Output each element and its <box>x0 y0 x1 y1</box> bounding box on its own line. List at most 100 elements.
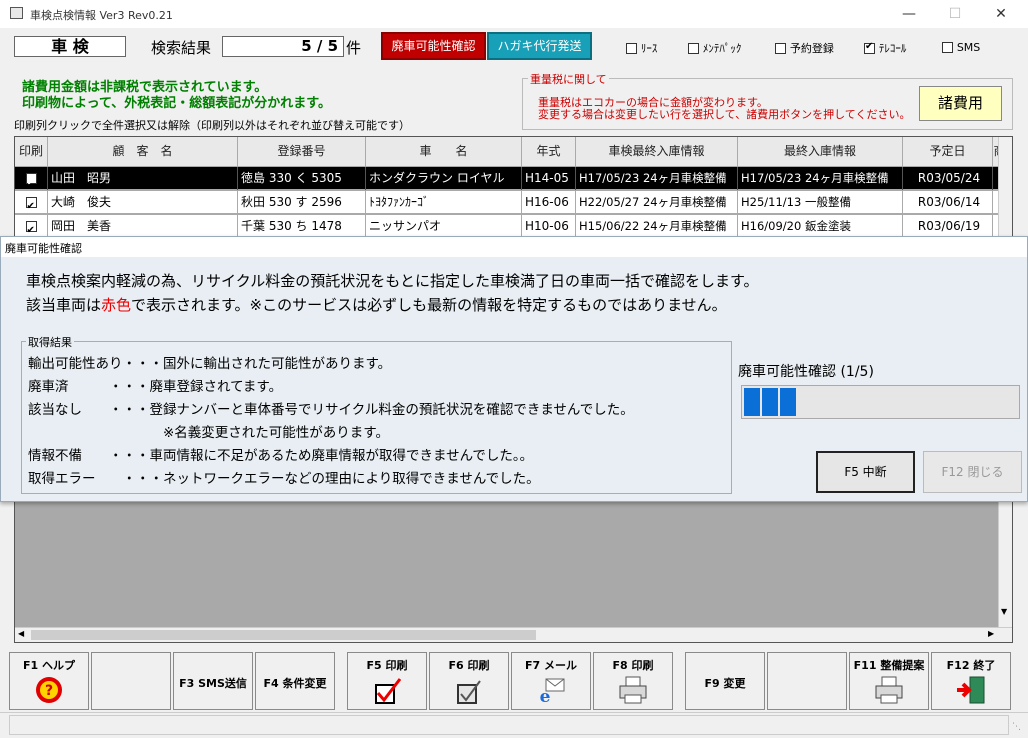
cell-year: H16-06 <box>522 191 576 214</box>
f11-proposal-button[interactable]: F11 整備提案 <box>849 652 929 710</box>
count-unit: 件 <box>346 39 362 57</box>
close-dialog-button[interactable]: F12 閉じる <box>923 451 1022 493</box>
printer-icon <box>616 675 650 708</box>
scroll-thumb[interactable] <box>31 630 536 640</box>
f3-sms-button[interactable]: F3 SMS送信 <box>173 652 253 710</box>
result-none-note: ※名義変更された可能性があります。 <box>28 425 389 441</box>
progress-label: 廃車可能性確認 (1/5) <box>738 364 874 380</box>
progress-count: (1/5) <box>840 364 874 380</box>
f8-print-button[interactable]: F8 印刷 <box>593 652 673 710</box>
weight-tax-line2: 変更する場合は変更したい行を選択して、諸費用ボタンを押してください。 <box>538 108 911 121</box>
cell-name: 大崎 俊夫 <box>48 191 238 214</box>
tax-notice-line2: 印刷物によって、外税表記・総額表記が分かれます。 <box>22 96 332 111</box>
help-icon: ? <box>34 675 64 708</box>
cell-name: 山田 昭男 <box>48 167 238 190</box>
telecall-check[interactable] <box>864 41 875 54</box>
fees-button[interactable]: 諸費用 <box>919 86 1002 121</box>
reservation-checkbox[interactable]: 予約登録 <box>775 40 834 56</box>
search-result-label: 検索結果 <box>151 39 212 57</box>
reservation-check[interactable] <box>775 43 786 54</box>
row-print-check[interactable] <box>25 195 37 214</box>
result-scrapped: 廃車済 ・・・廃車登録されてます。 <box>28 379 283 395</box>
table-header: 印刷 顧 客 名 登録番号 車 名 年式 車検最終入庫情報 最終入庫情報 予定日… <box>15 137 1007 166</box>
sms-check[interactable] <box>942 42 953 53</box>
stop-button[interactable]: F5 中断 <box>816 451 915 493</box>
cell-car: ニッサンパオ <box>366 215 522 238</box>
table-row[interactable]: 大崎 俊夫 秋田 530 す 2596 ﾄﾖﾀﾌｧﾝｶｰｺﾞ H16-06 H2… <box>15 191 998 214</box>
cell-reg: 徳島 330 く 5305 <box>238 167 366 190</box>
status-panel <box>9 715 1009 735</box>
cell-inspection: H15/06/22 24ヶ月車検整備 <box>576 215 738 238</box>
print-column-hint: 印刷列クリックで全件選択又は解除（印刷列以外はそれぞれ並び替え可能です） <box>14 119 410 132</box>
cell-name: 岡田 美香 <box>48 215 238 238</box>
col-customer[interactable]: 顧 客 名 <box>48 137 238 166</box>
svg-text:e: e <box>540 687 551 705</box>
progress-fill <box>742 386 798 418</box>
cell-year: H14-05 <box>522 167 576 190</box>
minimize-button[interactable]: — <box>886 0 932 28</box>
col-print[interactable]: 印刷 <box>15 137 48 166</box>
sms-checkbox[interactable]: SMS <box>942 40 980 54</box>
table-row[interactable]: 岡田 美香 千葉 530 ち 1478 ニッサンパオ H10-06 H15/06… <box>15 215 998 238</box>
maintenance-pack-check[interactable] <box>688 43 699 54</box>
col-car[interactable]: 車 名 <box>366 137 522 166</box>
close-button[interactable]: ✕ <box>978 0 1024 28</box>
scroll-right-icon[interactable]: ▶ <box>988 629 994 638</box>
svg-text:?: ? <box>45 683 53 699</box>
resize-grip-icon[interactable]: ⋱ <box>1012 722 1021 732</box>
col-inspection[interactable]: 車検最終入庫情報 <box>576 137 738 166</box>
cell-last: H25/11/13 一般整備 <box>738 191 903 214</box>
telecall-checkbox[interactable]: ﾃﾚｺｰﾙ <box>864 40 906 56</box>
cell-date: R03/05/24 <box>903 167 993 190</box>
progress-segment <box>780 388 796 416</box>
cell-inspection: H17/05/23 24ヶ月車検整備 <box>576 167 738 190</box>
haisha-check-button[interactable]: 廃車可能性確認 <box>381 32 486 60</box>
cell-reg: 秋田 530 す 2596 <box>238 191 366 214</box>
cell-last: H17/05/23 24ヶ月車検整備 <box>738 167 903 190</box>
scroll-left-icon[interactable]: ◀ <box>18 629 24 638</box>
maintenance-pack-checkbox[interactable]: ﾒﾝﾃﾊﾟｯｸ <box>688 40 741 56</box>
col-year[interactable]: 年式 <box>522 137 576 166</box>
row-print-check[interactable] <box>25 171 37 190</box>
checkbox-print-icon <box>452 675 486 708</box>
table-row[interactable]: 山田 昭男 徳島 330 く 5305 ホンダクラウン ロイヤル H14-05 … <box>15 167 998 190</box>
cell-car: ﾄﾖﾀﾌｧﾝｶｰｺﾞ <box>366 191 522 214</box>
window-title: 車検点検情報 Ver3 Rev0.21 <box>30 9 173 22</box>
col-last[interactable]: 最終入庫情報 <box>738 137 903 166</box>
red-word: 赤色 <box>101 296 132 314</box>
f2-empty-button[interactable] <box>91 652 171 710</box>
f1-help-button[interactable]: F1 ヘルプ ? <box>9 652 89 710</box>
row-print-check[interactable] <box>25 219 37 238</box>
f7-mail-button[interactable]: F7 メール e <box>511 652 591 710</box>
weight-tax-legend: 重量税に関して <box>528 71 609 87</box>
lease-checkbox[interactable]: ﾘｰｽ <box>626 40 657 56</box>
cell-inspection: H22/05/27 24ヶ月車検整備 <box>576 191 738 214</box>
cell-year: H10-06 <box>522 215 576 238</box>
col-reg[interactable]: 登録番号 <box>238 137 366 166</box>
dialog-line1: 車検点検案内軽減の為、リサイクル料金の預託状況をもとに指定した車検満了日の車両一… <box>26 272 759 290</box>
results-legend: 取得結果 <box>26 334 74 350</box>
f6-print-button[interactable]: F6 印刷 <box>429 652 509 710</box>
progress-segment <box>762 388 778 416</box>
maximize-button[interactable]: ☐ <box>932 0 978 28</box>
f5-print-button[interactable]: F5 印刷 <box>347 652 427 710</box>
scroll-down-icon[interactable]: ▼ <box>1001 607 1007 616</box>
status-bar: ⋱ <box>0 712 1028 738</box>
horizontal-scrollbar[interactable]: ◀ ▶ <box>15 627 1012 642</box>
lease-check[interactable] <box>626 43 637 54</box>
cell-reg: 千葉 530 ち 1478 <box>238 215 366 238</box>
hagaki-send-button[interactable]: ハガキ代行発送 <box>487 32 592 60</box>
f12-exit-button[interactable]: F12 終了 <box>931 652 1011 710</box>
title-bar: 車検点検情報 Ver3 Rev0.21 — ☐ ✕ <box>0 0 1028 28</box>
col-date[interactable]: 予定日 <box>903 137 993 166</box>
result-error: 取得エラー ・・・ネットワークエラーなどの理由により取得できませんでした。 <box>28 471 540 487</box>
f9-change-button[interactable]: F9 変更 <box>685 652 765 710</box>
f4-condition-button[interactable]: F4 条件変更 <box>255 652 335 710</box>
printer-icon <box>872 675 906 708</box>
cell-last: H16/09/20 鈑金塗装 <box>738 215 903 238</box>
f10-empty-button[interactable] <box>767 652 847 710</box>
dialog-line2: 該当車両は赤色で表示されます。※このサービスは必ずしも最新の情報を特定するもので… <box>26 296 727 314</box>
result-export: 輸出可能性あり・・・国外に輸出された可能性があります。 <box>28 356 392 372</box>
progress-bar <box>741 385 1020 419</box>
mode-title: 車 検 <box>14 36 126 57</box>
